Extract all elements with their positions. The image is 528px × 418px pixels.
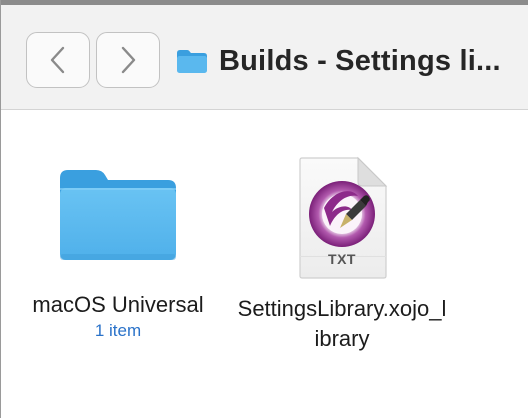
back-button[interactable] <box>26 32 90 88</box>
item-name: macOS Universal <box>32 292 204 317</box>
folder-icon <box>60 170 176 260</box>
window-title: Builds - Settings li... <box>176 43 501 79</box>
file-type-badge: TXT <box>328 251 356 267</box>
chevron-left-icon <box>50 46 65 74</box>
folder-icon <box>177 50 207 73</box>
finder-toolbar: Builds - Settings li... <box>0 5 528 110</box>
window-title-text: Builds - Settings li... <box>219 44 501 77</box>
folder-item-macos-universal[interactable]: macOS Universal 1 item <box>8 164 228 341</box>
item-name: SettingsLibrary.xojo_library <box>237 296 447 351</box>
chevron-right-icon <box>121 46 136 74</box>
forward-button[interactable] <box>96 32 160 88</box>
file-item-settingslibrary[interactable]: TXT SettingsLibrary.xojo_library <box>236 156 448 354</box>
file-grid: macOS Universal 1 item TXT SettingsLibra… <box>0 110 528 418</box>
item-count-label: 1 item <box>94 321 142 340</box>
